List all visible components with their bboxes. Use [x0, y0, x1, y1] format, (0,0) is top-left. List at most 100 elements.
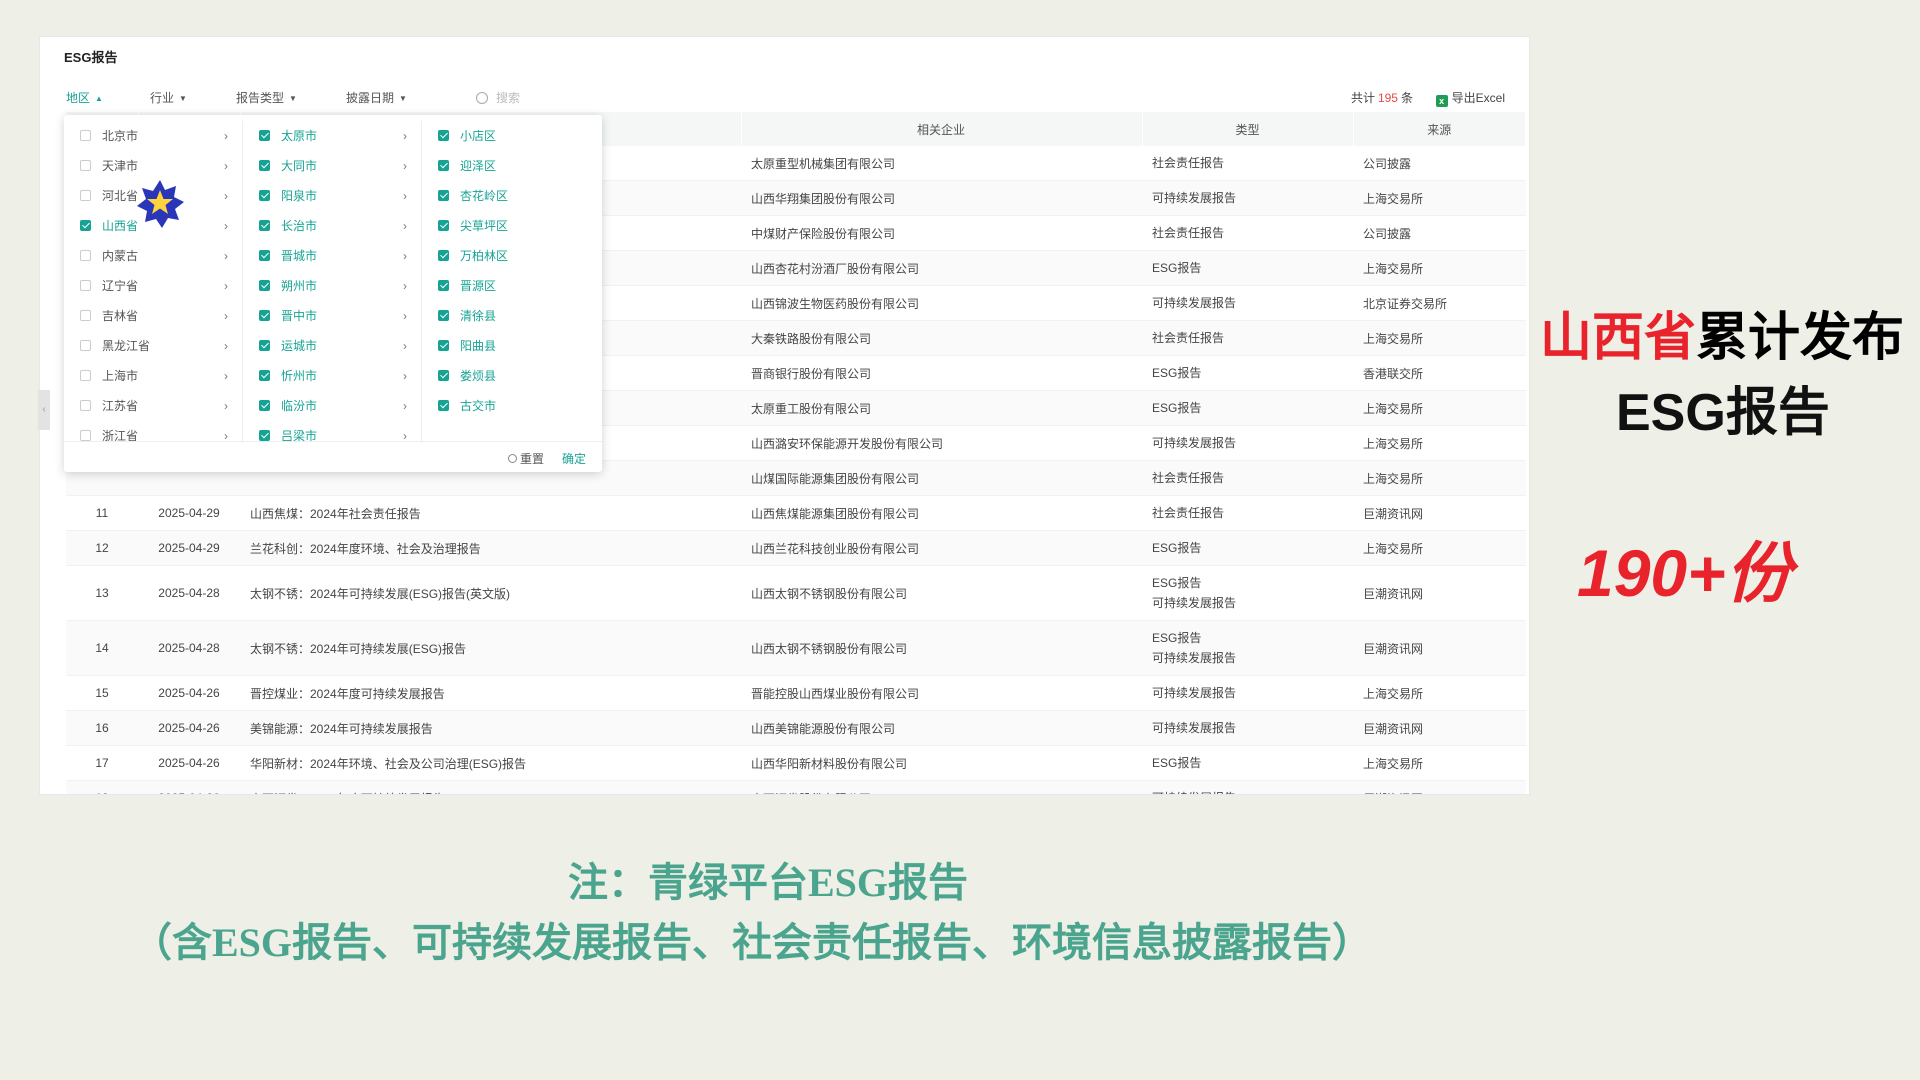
row-company-link[interactable]: 山西华翔集团股份有限公司	[741, 180, 1142, 216]
checkbox[interactable]	[80, 400, 91, 411]
checkbox[interactable]	[80, 190, 91, 201]
row-company-link[interactable]: 山西太钢不锈钢股份有限公司	[741, 620, 1142, 676]
checkbox[interactable]	[259, 310, 270, 321]
checkbox[interactable]	[438, 250, 449, 261]
reset-button[interactable]: 重置	[507, 450, 544, 467]
row-company-link[interactable]: 中煤财产保险股份有限公司	[741, 215, 1142, 251]
confirm-button[interactable]: 确定	[562, 450, 586, 467]
city-option[interactable]: 忻州市 ›	[243, 361, 421, 391]
checkbox[interactable]	[80, 280, 91, 291]
checkbox[interactable]	[80, 430, 91, 441]
checkbox[interactable]	[80, 340, 91, 351]
province-option[interactable]: 北京市 ›	[64, 121, 242, 151]
row-index: 14	[66, 620, 138, 676]
filter-disclosure-date[interactable]: 披露日期 ▼	[346, 89, 407, 106]
table-row: 16 2025-04-26 美锦能源：2024年可持续发展报告 山西美锦能源股份有限公…	[66, 710, 1526, 746]
search-input[interactable]: 搜索	[476, 89, 520, 106]
row-company-link[interactable]: 晋能控股山西煤业股份有限公司	[741, 675, 1142, 711]
checkbox[interactable]	[259, 340, 270, 351]
city-option[interactable]: 临汾市 ›	[243, 391, 421, 421]
checkbox[interactable]	[259, 160, 270, 171]
row-title-link[interactable]: 兰花科创：2024年度环境、社会及治理报告	[240, 530, 741, 566]
row-title-link[interactable]: 太钢不锈：2024年可持续发展(ESG)报告	[240, 620, 741, 676]
row-company-link[interactable]: 山西证券股份有限公司	[741, 780, 1142, 794]
province-option[interactable]: 江苏省 ›	[64, 391, 242, 421]
district-option[interactable]: 迎泽区	[422, 151, 600, 181]
checkbox[interactable]	[438, 370, 449, 381]
row-company-link[interactable]: 山西华阳新材料股份有限公司	[741, 745, 1142, 781]
checkbox[interactable]	[80, 220, 91, 231]
row-company-link[interactable]: 山西焦煤能源集团股份有限公司	[741, 495, 1142, 531]
checkbox[interactable]	[438, 280, 449, 291]
checkbox[interactable]	[259, 430, 270, 441]
row-company-link[interactable]: 山西兰花科技创业股份有限公司	[741, 530, 1142, 566]
district-option[interactable]: 万柏林区	[422, 241, 600, 271]
checkbox[interactable]	[259, 280, 270, 291]
checkbox[interactable]	[259, 130, 270, 141]
district-option[interactable]: 杏花岭区	[422, 181, 600, 211]
collapse-handle[interactable]: ‹	[38, 390, 50, 430]
row-date: 2025-04-28	[138, 565, 240, 621]
city-option[interactable]: 大同市 ›	[243, 151, 421, 181]
district-option[interactable]: 阳曲县	[422, 331, 600, 361]
row-company-link[interactable]: 山西杏花村汾酒厂股份有限公司	[741, 250, 1142, 286]
checkbox[interactable]	[259, 250, 270, 261]
export-excel-button[interactable]: x 导出Excel	[1435, 89, 1505, 107]
district-option[interactable]: 尖草坪区	[422, 211, 600, 241]
district-option[interactable]: 小店区	[422, 121, 600, 151]
checkbox[interactable]	[80, 130, 91, 141]
row-title-link[interactable]: 山西焦煤：2024年社会责任报告	[240, 495, 741, 531]
city-option[interactable]: 晋中市 ›	[243, 301, 421, 331]
district-option[interactable]: 古交市	[422, 391, 600, 421]
checkbox[interactable]	[80, 310, 91, 321]
checkbox[interactable]	[438, 130, 449, 141]
city-option[interactable]: 长治市 ›	[243, 211, 421, 241]
city-option[interactable]: 运城市 ›	[243, 331, 421, 361]
row-company-link[interactable]: 大秦铁路股份有限公司	[741, 320, 1142, 356]
checkbox[interactable]	[80, 370, 91, 381]
row-title-link[interactable]: 美锦能源：2024年可持续发展报告	[240, 710, 741, 746]
city-option[interactable]: 晋城市 ›	[243, 241, 421, 271]
checkbox[interactable]	[259, 190, 270, 201]
filter-region[interactable]: 地区 ▲	[66, 89, 103, 106]
checkbox[interactable]	[259, 220, 270, 231]
row-title-link[interactable]: 太钢不锈：2024年可持续发展(ESG)报告(英文版)	[240, 565, 741, 621]
row-title-link[interactable]: 山西证券：2024年度可持续发展报告	[240, 780, 741, 794]
province-option[interactable]: 黑龙江省 ›	[64, 331, 242, 361]
row-company-link[interactable]: 山西美锦能源股份有限公司	[741, 710, 1142, 746]
province-option[interactable]: 上海市 ›	[64, 361, 242, 391]
checkbox[interactable]	[438, 400, 449, 411]
row-company-link[interactable]: 山西潞安环保能源开发股份有限公司	[741, 425, 1142, 461]
checkbox[interactable]	[80, 250, 91, 261]
checkbox[interactable]	[438, 160, 449, 171]
province-option[interactable]: 天津市 ›	[64, 151, 242, 181]
header-company: 相关企业	[741, 112, 1143, 146]
city-option[interactable]: 太原市 ›	[243, 121, 421, 151]
district-option[interactable]: 晋源区	[422, 271, 600, 301]
checkbox[interactable]	[438, 310, 449, 321]
row-company-link[interactable]: 太原重工股份有限公司	[741, 390, 1142, 426]
checkbox[interactable]	[438, 220, 449, 231]
row-company-link[interactable]: 山煤国际能源集团股份有限公司	[741, 460, 1142, 496]
checkbox[interactable]	[438, 340, 449, 351]
checkbox[interactable]	[259, 370, 270, 381]
checkbox[interactable]	[438, 190, 449, 201]
district-option[interactable]: 娄烦县	[422, 361, 600, 391]
row-company-link[interactable]: 山西太钢不锈钢股份有限公司	[741, 565, 1142, 621]
district-option[interactable]: 清徐县	[422, 301, 600, 331]
row-company-link[interactable]: 太原重型机械集团有限公司	[741, 146, 1142, 181]
province-option[interactable]: 吉林省 ›	[64, 301, 242, 331]
filter-industry[interactable]: 行业 ▼	[150, 89, 187, 106]
row-company-link[interactable]: 晋商银行股份有限公司	[741, 355, 1142, 391]
row-title-link[interactable]: 华阳新材：2024年环境、社会及公司治理(ESG)报告	[240, 745, 741, 781]
city-option[interactable]: 阳泉市 ›	[243, 181, 421, 211]
checkbox[interactable]	[259, 400, 270, 411]
row-title-link[interactable]: 晋控煤业：2024年度可持续发展报告	[240, 675, 741, 711]
row-type-item: ESG报告	[1152, 631, 1202, 645]
row-company-link[interactable]: 山西锦波生物医药股份有限公司	[741, 285, 1142, 321]
province-option[interactable]: 内蒙古 ›	[64, 241, 242, 271]
province-option[interactable]: 辽宁省 ›	[64, 271, 242, 301]
checkbox[interactable]	[80, 160, 91, 171]
city-option[interactable]: 朔州市 ›	[243, 271, 421, 301]
filter-report-type[interactable]: 报告类型 ▼	[236, 89, 297, 106]
